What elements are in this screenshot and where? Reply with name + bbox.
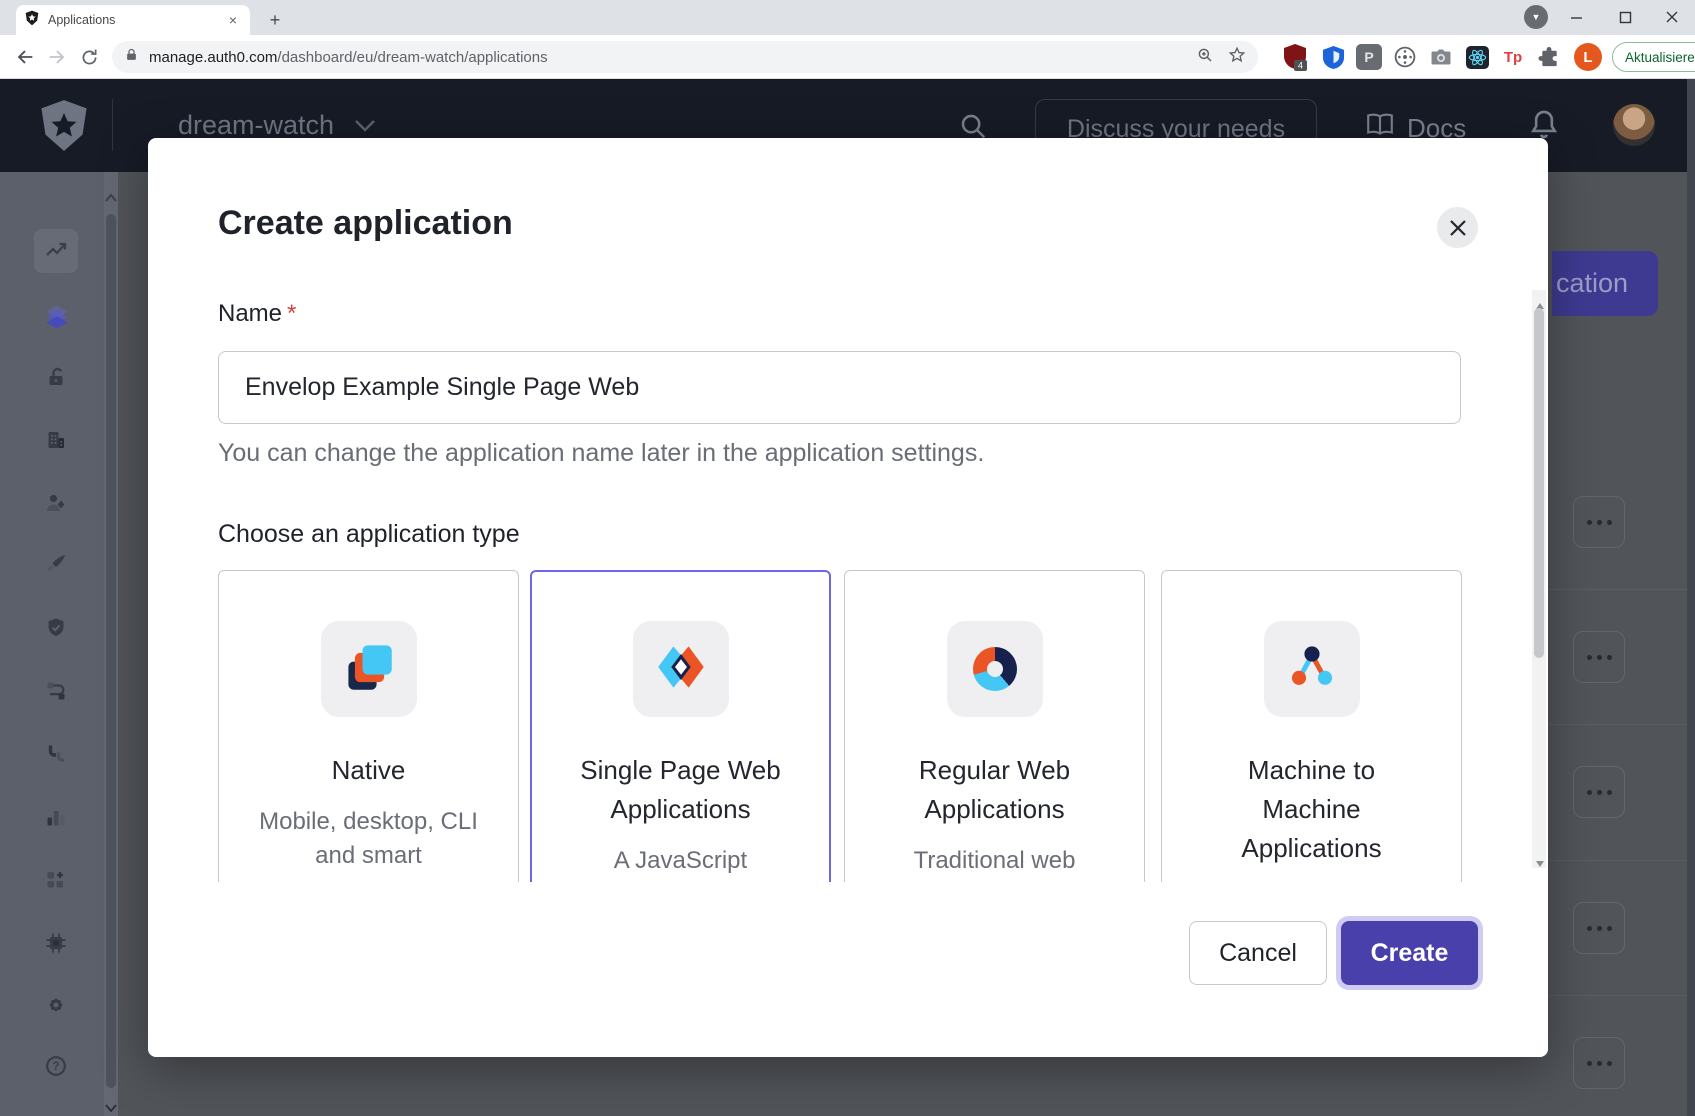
forward-icon[interactable] (44, 44, 70, 70)
create-application-modal: Create application Name* You can change … (148, 138, 1548, 1057)
screen: Applications × + ▼ manage.auth0.com/dash… (0, 0, 1695, 1116)
browser-titlebar: Applications × + ▼ (0, 0, 1695, 35)
sidebar-item-applications[interactable] (44, 303, 68, 327)
sidebar-item-actions[interactable] (44, 679, 68, 703)
name-helper-text: You can change the application name late… (218, 439, 984, 468)
browser-update-menu-button[interactable]: Aktualisieren ⋮ (1612, 42, 1695, 72)
chevron-down-icon[interactable] (352, 118, 378, 139)
modal-scrollbar-thumb[interactable] (1534, 308, 1544, 658)
url-text: manage.auth0.com/dashboard/eu/dream-watc… (149, 49, 1196, 66)
card-regular-web[interactable]: Regular Web Applications Traditional web (844, 570, 1145, 882)
regular-web-app-icon (973, 647, 1017, 691)
card-description: Traditional web (914, 844, 1076, 878)
spa-icon-box (633, 621, 729, 717)
row-actions-menu-button[interactable] (1573, 631, 1625, 683)
sidebar-item-monitoring[interactable] (44, 805, 68, 829)
name-field-label: Name* (218, 300, 296, 328)
page-scrollbar-right[interactable] (1687, 79, 1695, 1116)
native-app-icon (343, 641, 395, 698)
application-type-cards: Native Mobile, desktop, CLI and smart Si… (218, 570, 1468, 882)
required-asterisk: * (287, 300, 296, 327)
row-actions-menu-button[interactable] (1573, 902, 1625, 954)
window-minimize-button[interactable] (1553, 0, 1599, 34)
sidebar-item-auth-pipeline[interactable] (44, 742, 68, 766)
modal-scrollbar-up-icon[interactable] (1536, 296, 1543, 302)
sidebar-item-extensions[interactable] (44, 931, 68, 955)
cancel-button[interactable]: Cancel (1189, 921, 1327, 985)
target-extension-icon[interactable] (1392, 44, 1418, 70)
extensions-puzzle-icon[interactable] (1536, 44, 1562, 70)
header-divider (112, 99, 113, 151)
close-icon (1448, 218, 1468, 238)
sidebar-item-organizations[interactable] (44, 428, 68, 452)
browser-update-icon[interactable]: ▼ (1524, 5, 1548, 29)
tampermonkey-extension-icon[interactable]: Tp (1500, 44, 1526, 70)
row-actions-menu-button[interactable] (1573, 766, 1625, 818)
choose-application-type-label: Choose an application type (218, 520, 520, 549)
modal-close-button[interactable] (1437, 207, 1478, 248)
single-page-app-icon (655, 641, 707, 698)
card-description: A JavaScript (614, 844, 747, 878)
browser-tab-applications[interactable]: Applications × (16, 5, 250, 35)
url-bar[interactable]: manage.auth0.com/dashboard/eu/dream-watc… (112, 41, 1258, 73)
card-description: Mobile, desktop, CLI and smart (258, 805, 480, 873)
card-native[interactable]: Native Mobile, desktop, CLI and smart (218, 570, 519, 882)
sidebar-item-user-management[interactable] (44, 491, 68, 515)
scrollbar-thumb[interactable] (106, 214, 116, 1088)
sidebar-item-security[interactable] (44, 616, 68, 640)
sidebar-item-activity[interactable] (44, 239, 68, 263)
back-icon[interactable] (12, 44, 38, 70)
scrollbar-down-icon[interactable] (105, 1100, 117, 1110)
camera-extension-icon[interactable] (1428, 44, 1454, 70)
bookmark-star-icon[interactable] (1228, 46, 1246, 69)
card-single-page-web[interactable]: Single Page Web Applications A JavaScrip… (530, 570, 831, 882)
card-title: Regular Web Applications (885, 751, 1105, 829)
sidebar-item-authentication[interactable] (44, 365, 68, 389)
card-title: Machine to Machine Applications (1202, 751, 1422, 868)
modal-title: Create application (218, 204, 513, 243)
bitwarden-extension-icon[interactable] (1320, 44, 1346, 70)
modal-scrollbar-down-icon[interactable] (1536, 854, 1543, 860)
row-actions-menu-button[interactable] (1573, 496, 1625, 548)
m2m-icon-box (1264, 621, 1360, 717)
card-title: Single Page Web Applications (571, 751, 791, 829)
card-machine-to-machine[interactable]: Machine to Machine Applications (1161, 570, 1462, 882)
create-button[interactable]: Create (1341, 921, 1478, 985)
create-application-button-background[interactable]: cation (1552, 251, 1658, 316)
window-close-button[interactable] (1649, 0, 1695, 34)
new-tab-button[interactable]: + (262, 8, 288, 34)
application-name-input[interactable] (218, 351, 1461, 424)
row-actions-menu-button[interactable] (1573, 1037, 1625, 1089)
window-maximize-button[interactable] (1602, 0, 1648, 34)
ublock-badge: 4 (1298, 61, 1303, 71)
scrollbar-up-icon[interactable] (105, 190, 117, 200)
lock-icon (124, 47, 139, 67)
tab-close-icon[interactable]: × (224, 12, 242, 28)
tab-title: Applications (48, 13, 224, 27)
reload-icon[interactable] (76, 44, 102, 70)
sidebar-item-settings[interactable] (44, 993, 68, 1017)
sidebar-item-help[interactable]: ? (44, 1054, 68, 1078)
tenant-selector[interactable]: dream-watch (178, 110, 334, 141)
auth0-favicon-icon (24, 10, 40, 31)
ublock-extension-icon[interactable]: 4 (1282, 44, 1308, 70)
native-icon-box (321, 621, 417, 717)
card-title: Native (332, 751, 406, 790)
svg-text:?: ? (52, 1061, 59, 1073)
sidebar-item-branding[interactable] (44, 552, 68, 576)
sidebar-item-marketplace[interactable] (44, 868, 68, 892)
machine-to-machine-icon (1286, 641, 1338, 698)
regular-web-icon-box (947, 621, 1043, 717)
p-extension-icon[interactable]: P (1356, 44, 1382, 70)
user-avatar[interactable] (1613, 104, 1655, 146)
zoom-in-icon[interactable] (1196, 46, 1214, 69)
auth0-logo-icon (38, 98, 90, 159)
browser-profile-avatar[interactable]: L (1574, 43, 1602, 71)
update-button-label: Aktualisieren (1625, 50, 1695, 65)
react-devtools-extension-icon[interactable] (1464, 44, 1490, 70)
